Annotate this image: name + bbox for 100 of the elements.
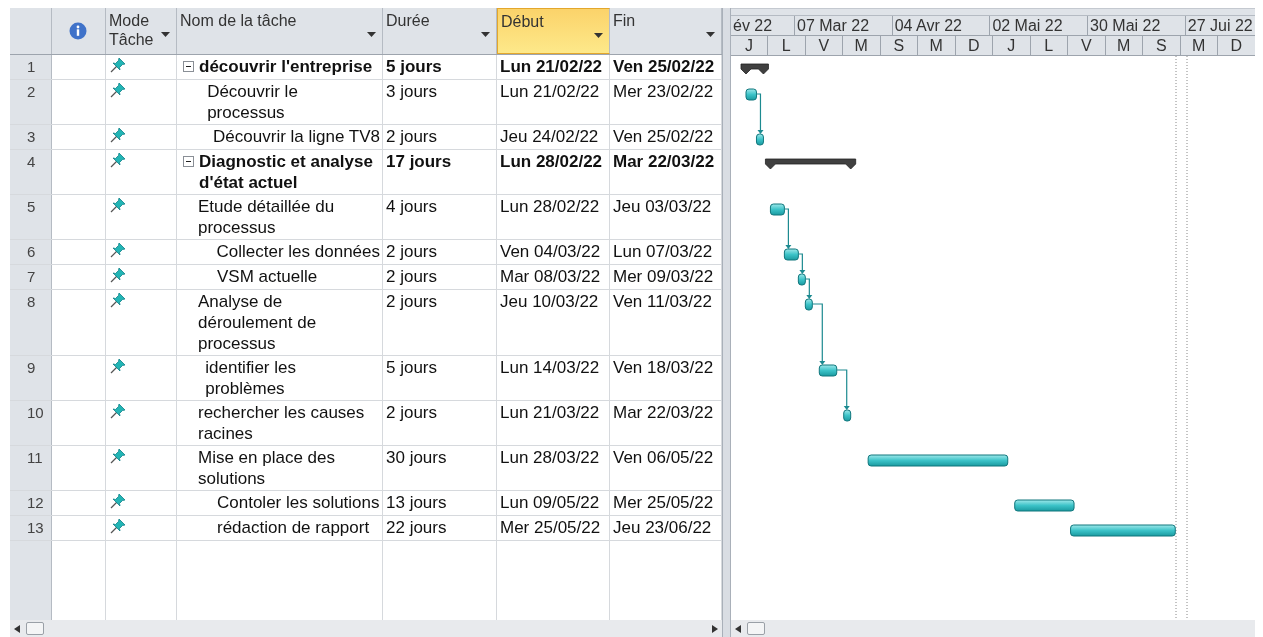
row-number: 7 [10, 265, 52, 289]
timescale-label: M [1105, 36, 1143, 55]
duration-cell: 2 jours [383, 401, 497, 445]
scrollbar-thumb[interactable] [747, 622, 765, 635]
task-bar [1014, 499, 1075, 512]
row-number: 12 [10, 491, 52, 515]
start-date-cell: Lun 14/03/22 [497, 356, 610, 400]
task-bar [769, 203, 785, 216]
row-number: 4 [10, 150, 52, 194]
task-name: rédaction de rapport [217, 517, 370, 538]
row-number: 1 [10, 55, 52, 79]
pin-icon [109, 241, 127, 259]
timescale-label: 07 Mar 22 [795, 16, 893, 35]
task-name: découvrir l'entreprise [199, 56, 373, 77]
duration-cell: 5 jours [383, 55, 497, 79]
duration-cell: 2 jours [383, 240, 497, 264]
duration-cell: 17 jours [383, 150, 497, 194]
timescale-label: S [1143, 36, 1181, 55]
duration-cell: 3 jours [383, 80, 497, 124]
timescale-label: 30 Mai 22 [1088, 16, 1186, 35]
start-date-cell: Lun 28/03/22 [497, 446, 610, 490]
start-date-cell: Jeu 24/02/22 [497, 125, 610, 149]
scroll-left-icon[interactable] [14, 624, 20, 633]
start-date-cell: Mar 08/03/22 [497, 265, 610, 289]
dropdown-caret-icon[interactable] [367, 32, 376, 37]
row-number: 13 [10, 516, 52, 540]
timescale-label: L [768, 36, 806, 55]
timescale-label: 27 Jui 22 [1185, 16, 1255, 35]
duration-cell: 2 jours [383, 125, 497, 149]
horizontal-scrollbar[interactable] [731, 620, 1255, 637]
pin-icon [109, 81, 127, 99]
task-name: Contoler les solutions [217, 492, 380, 513]
timescale-label: 04 Avr 22 [892, 16, 991, 35]
task-name: Etude détaillée du processus [198, 196, 336, 238]
row-number: 2 [10, 80, 52, 124]
task-bar [797, 273, 806, 286]
column-header[interactable]: Début [497, 8, 610, 54]
duration-cell: 4 jours [383, 195, 497, 239]
duration-cell: 5 jours [383, 356, 497, 400]
row-number: 10 [10, 401, 52, 445]
row-number: 9 [10, 356, 52, 400]
dropdown-caret-icon[interactable] [594, 33, 603, 38]
task-name: VSM actuelle [217, 266, 318, 287]
dropdown-caret-icon[interactable] [706, 32, 715, 37]
task-name: Découvrir le processus [207, 81, 299, 123]
pin-icon [109, 56, 127, 74]
timescale-label: J [731, 36, 768, 55]
start-date-cell: Lun 09/05/22 [497, 491, 610, 515]
row-number: 3 [10, 125, 52, 149]
start-date-cell: Lun 21/02/22 [497, 55, 610, 79]
task-name: Mise en place des solutions [198, 447, 337, 489]
task-bar [755, 133, 764, 146]
timescale-label: V [805, 36, 843, 55]
pin-icon [109, 151, 127, 169]
pin-icon [109, 402, 127, 420]
pin-icon [109, 517, 127, 535]
collapse-icon[interactable] [183, 156, 194, 167]
timescale-label: M [843, 36, 881, 55]
scroll-right-icon[interactable] [712, 624, 718, 633]
task-name: Découvrir la ligne TV8 [213, 126, 380, 147]
start-date-cell: Mer 25/05/22 [497, 516, 610, 540]
pin-icon [109, 357, 127, 375]
pin-icon [109, 291, 127, 309]
row-number: 5 [10, 195, 52, 239]
duration-cell: 22 jours [383, 516, 497, 540]
collapse-icon[interactable] [183, 61, 194, 72]
start-date-cell: Lun 21/03/22 [497, 401, 610, 445]
timescale-label: J [993, 36, 1031, 55]
timescale-label: év 22 [731, 16, 795, 35]
task-bar [745, 88, 757, 101]
summary-bar [740, 63, 769, 75]
task-bar [783, 248, 799, 261]
pin-icon [109, 196, 127, 214]
start-date-cell: Lun 28/02/22 [497, 195, 610, 239]
pin-icon [109, 447, 127, 465]
start-date-cell: Lun 28/02/22 [497, 150, 610, 194]
duration-cell: 2 jours [383, 290, 497, 355]
timescale-label: 02 Mai 22 [990, 16, 1089, 35]
duration-cell: 30 jours [383, 446, 497, 490]
duration-cell: 2 jours [383, 265, 497, 289]
row-number: 11 [10, 446, 52, 490]
timescale-label: V [1068, 36, 1106, 55]
horizontal-scrollbar[interactable] [10, 620, 722, 637]
task-name: Diagnostic et analyse d'état actuel [199, 151, 374, 193]
scrollbar-thumb[interactable] [26, 622, 44, 635]
start-date-cell: Lun 21/02/22 [497, 80, 610, 124]
scroll-left-icon[interactable] [735, 624, 741, 633]
dropdown-caret-icon[interactable] [161, 32, 170, 37]
pin-icon [109, 492, 127, 510]
start-date-cell: Ven 04/03/22 [497, 240, 610, 264]
timescale-label: M [1180, 36, 1218, 55]
row-number: 8 [10, 290, 52, 355]
dropdown-caret-icon[interactable] [481, 32, 490, 37]
timescale-label: D [1218, 36, 1255, 55]
task-bar [804, 298, 813, 311]
column-header[interactable]: Mode Tâche [106, 8, 177, 54]
timescale-label: M [918, 36, 956, 55]
task-name: rechercher les causes racines [198, 402, 366, 444]
pin-icon [109, 266, 127, 284]
info-icon [69, 22, 87, 40]
